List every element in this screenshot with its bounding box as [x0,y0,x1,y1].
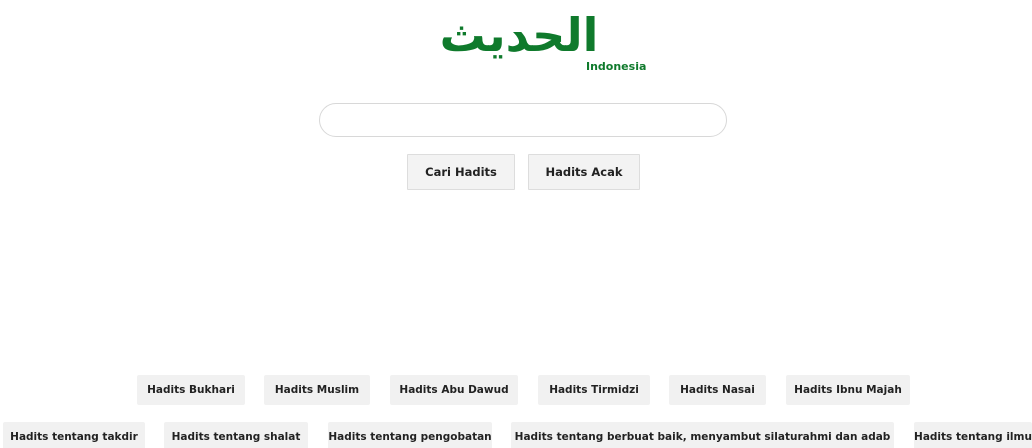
page: الحديث Indonesia Cari Hadits Hadits Acak… [0,0,1032,448]
topic-link-shalat[interactable]: Hadits tentang shalat [164,422,308,448]
collection-links: Hadits Bukhari Hadits Muslim Hadits Abu … [0,375,1032,405]
topic-link-pengobatan[interactable]: Hadits tentang pengobatan [328,422,492,448]
topic-link-ilmu[interactable]: Hadits tentang ilmu [914,422,1032,448]
collection-link-bukhari[interactable]: Hadits Bukhari [137,375,245,405]
search-hadith-button[interactable]: Cari Hadits [407,154,515,190]
logo-arabic-text: الحديث [439,8,599,62]
random-hadith-button[interactable]: Hadits Acak [528,154,640,190]
collection-link-tirmidzi[interactable]: Hadits Tirmidzi [538,375,650,405]
collection-link-abu-dawud[interactable]: Hadits Abu Dawud [390,375,518,405]
collection-link-nasai[interactable]: Hadits Nasai [669,375,766,405]
collection-link-muslim[interactable]: Hadits Muslim [264,375,370,405]
site-logo[interactable]: الحديث Indonesia [404,8,648,76]
collection-link-ibnu-majah[interactable]: Hadits Ibnu Majah [786,375,910,405]
topic-link-berbuat-baik[interactable]: Hadits tentang berbuat baik, menyambut s… [511,422,894,448]
topic-links: Hadits tentang takdir Hadits tentang sha… [0,422,1032,448]
topic-link-takdir[interactable]: Hadits tentang takdir [3,422,145,448]
search-input[interactable] [319,103,727,137]
logo-subtitle: Indonesia [586,60,647,73]
